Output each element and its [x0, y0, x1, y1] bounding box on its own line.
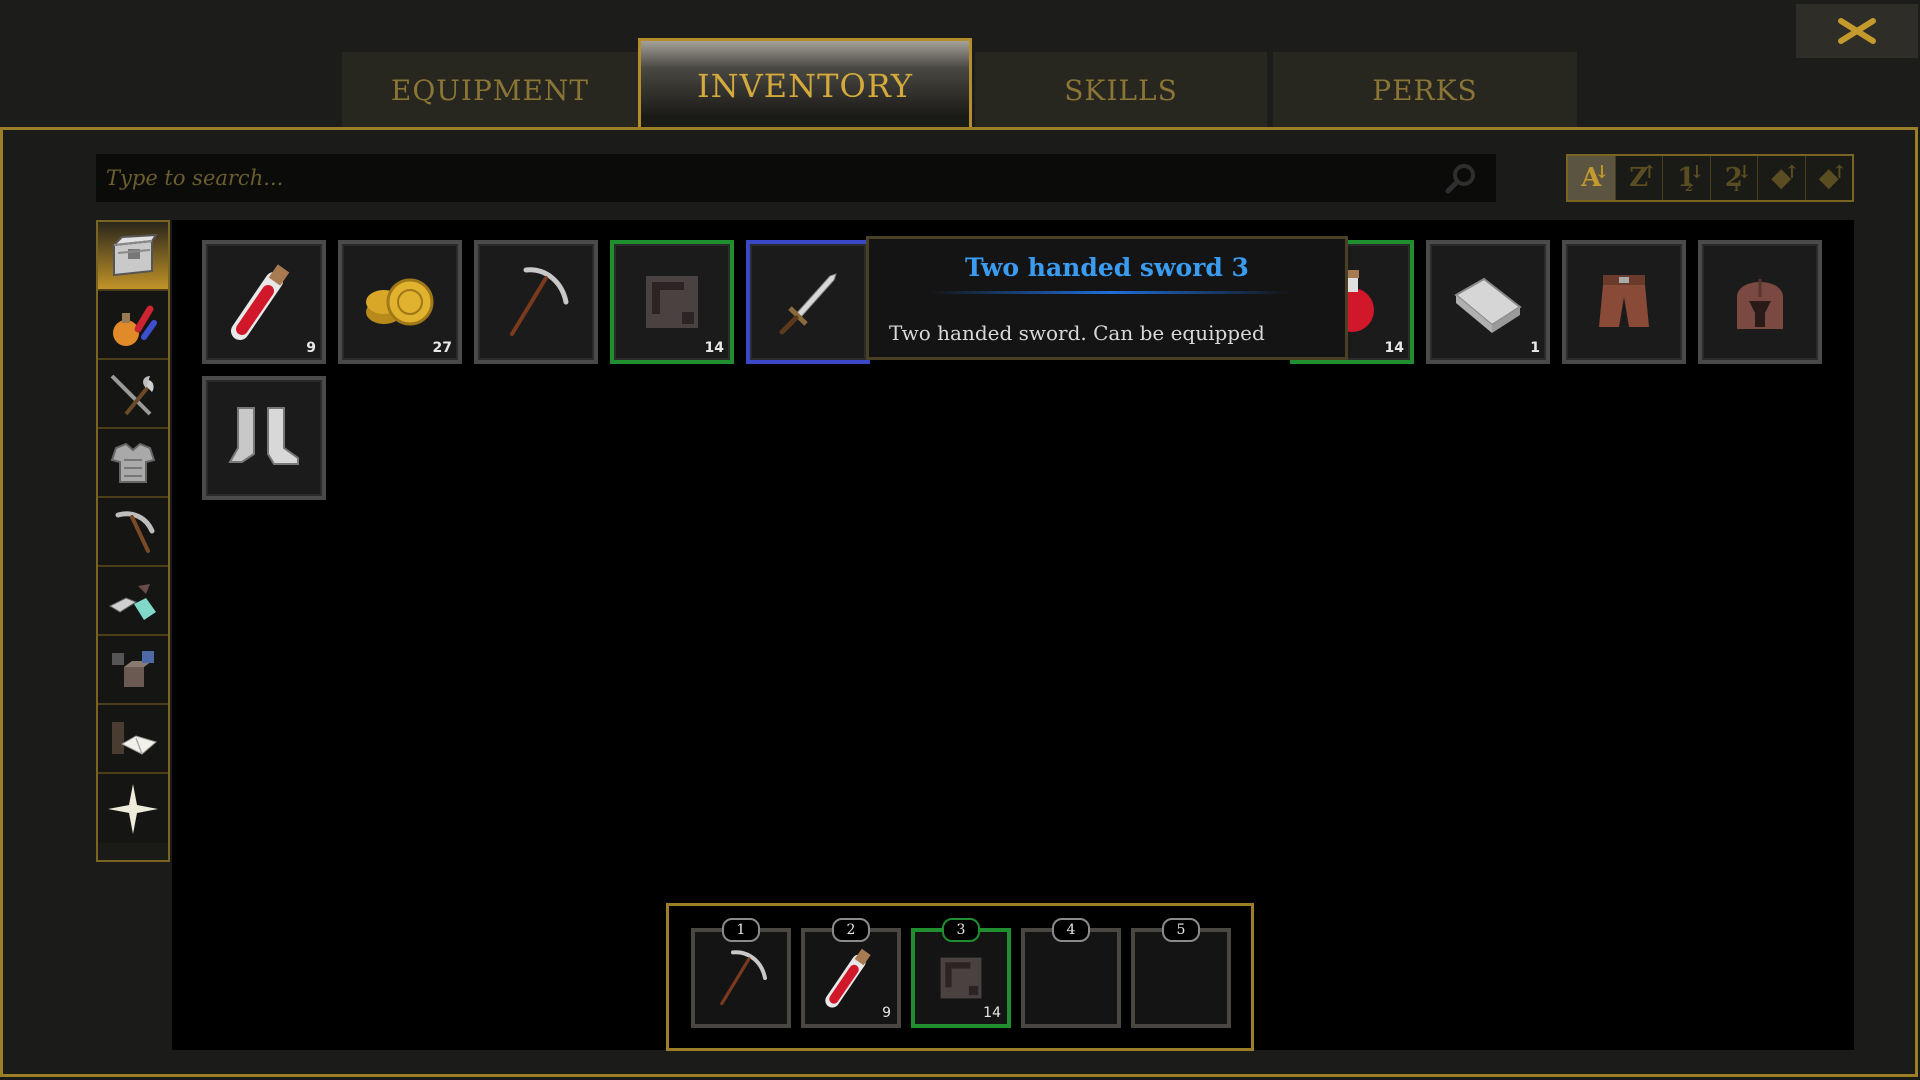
hotbar-key-badge: 1: [722, 918, 760, 942]
item-count: 9: [306, 340, 316, 356]
inventory-slot-selected[interactable]: [746, 240, 870, 364]
sort-alpha-desc-button[interactable]: Z ↑: [1616, 156, 1663, 200]
hotbar: 1 2 9 3 14 4 5: [666, 903, 1254, 1051]
tab-perks[interactable]: PERKS: [1273, 52, 1577, 128]
inventory-slot[interactable]: [1562, 240, 1686, 364]
sort-numeric-asc-button[interactable]: 1 2 ↓: [1663, 156, 1711, 200]
category-filter-bar: [96, 220, 170, 862]
sort-value-asc-button[interactable]: ◆ ↑: [1758, 156, 1806, 200]
inventory-slot[interactable]: 9: [202, 240, 326, 364]
book-icon: [112, 721, 158, 755]
pickaxe-icon: [510, 267, 569, 336]
inventory-slot[interactable]: [1698, 240, 1822, 364]
category-all[interactable]: [98, 222, 168, 291]
material-icon: [108, 583, 156, 620]
inventory-slot[interactable]: [474, 240, 598, 364]
item-count: 27: [432, 340, 452, 356]
category-tools[interactable]: [98, 498, 168, 567]
hotbar-slot-3[interactable]: 3 14: [911, 918, 1011, 1028]
inventory-slot[interactable]: 14: [610, 240, 734, 364]
item-count: 14: [704, 340, 724, 356]
sort-value-desc-button[interactable]: ◆ ↑: [1806, 156, 1853, 200]
hotbar-key-badge: 5: [1162, 918, 1200, 942]
tooltip-title: Two handed sword 3: [965, 253, 1249, 282]
inventory-slot[interactable]: 27: [338, 240, 462, 364]
close-icon: [1838, 18, 1876, 44]
category-special[interactable]: [98, 774, 168, 843]
stone-block-icon: [646, 276, 698, 328]
weapon-icon: [110, 374, 154, 415]
category-books[interactable]: [98, 705, 168, 774]
armor-icon: [110, 442, 156, 483]
iron-boots-icon: [228, 407, 299, 465]
close-button[interactable]: [1796, 4, 1918, 58]
item-count: 14: [1384, 340, 1404, 356]
iron-ingot-icon: [1454, 277, 1522, 333]
stone-block-icon: [940, 957, 982, 999]
item-count: 9: [882, 1005, 891, 1021]
category-blocks[interactable]: [98, 636, 168, 705]
hotbar-key-badge: 2: [832, 918, 870, 942]
item-tooltip: Two handed sword 3 Two handed sword. Can…: [866, 236, 1348, 360]
hotbar-slot-2[interactable]: 2 9: [801, 918, 901, 1028]
inventory-slot[interactable]: [202, 376, 326, 500]
hotbar-key-badge: 3: [942, 918, 980, 942]
tab-equipment[interactable]: EQUIPMENT: [342, 52, 638, 128]
chest-all-icon: [111, 233, 158, 276]
search-icon[interactable]: [1444, 162, 1478, 194]
leather-pants-icon: [1599, 275, 1649, 327]
category-weapons[interactable]: [98, 360, 168, 429]
sword-icon: [779, 273, 837, 335]
tool-icon: [115, 510, 155, 553]
red-potion-vial-icon: [231, 264, 290, 340]
search-bar: [96, 154, 1496, 202]
sort-numeric-desc-button[interactable]: 2 1 ↓: [1711, 156, 1758, 200]
pickaxe-icon: [720, 950, 767, 1006]
tab-inventory[interactable]: INVENTORY: [638, 38, 972, 130]
category-armor[interactable]: [98, 429, 168, 498]
block-icon: [112, 650, 154, 687]
tab-skills[interactable]: SKILLS: [975, 52, 1267, 128]
category-materials[interactable]: [98, 567, 168, 636]
hotbar-key-badge: 4: [1052, 918, 1090, 942]
hotbar-slot-5[interactable]: 5: [1131, 918, 1231, 1028]
hotbar-slot-1[interactable]: 1: [691, 918, 791, 1028]
sort-toolbar: A ↓ Z ↑ 1 2 ↓ 2 1 ↓ ◆ ↑ ◆ ↑: [1566, 154, 1854, 202]
item-count: 14: [983, 1005, 1001, 1021]
tooltip-description: Two handed sword. Can be equipped: [889, 321, 1265, 345]
tooltip-divider: [929, 291, 1291, 294]
star-icon: [108, 783, 158, 834]
helmet-icon: [1737, 279, 1783, 329]
potion-icon: [113, 305, 157, 346]
item-count: 1: [1530, 340, 1540, 356]
category-potions[interactable]: [98, 291, 168, 360]
red-potion-vial-icon: [825, 948, 871, 1008]
inventory-slot[interactable]: 1: [1426, 240, 1550, 364]
gold-coins-icon: [366, 278, 434, 326]
sort-alpha-asc-button[interactable]: A ↓: [1568, 156, 1616, 200]
search-input[interactable]: [96, 154, 1446, 202]
hotbar-slot-4[interactable]: 4: [1021, 918, 1121, 1028]
